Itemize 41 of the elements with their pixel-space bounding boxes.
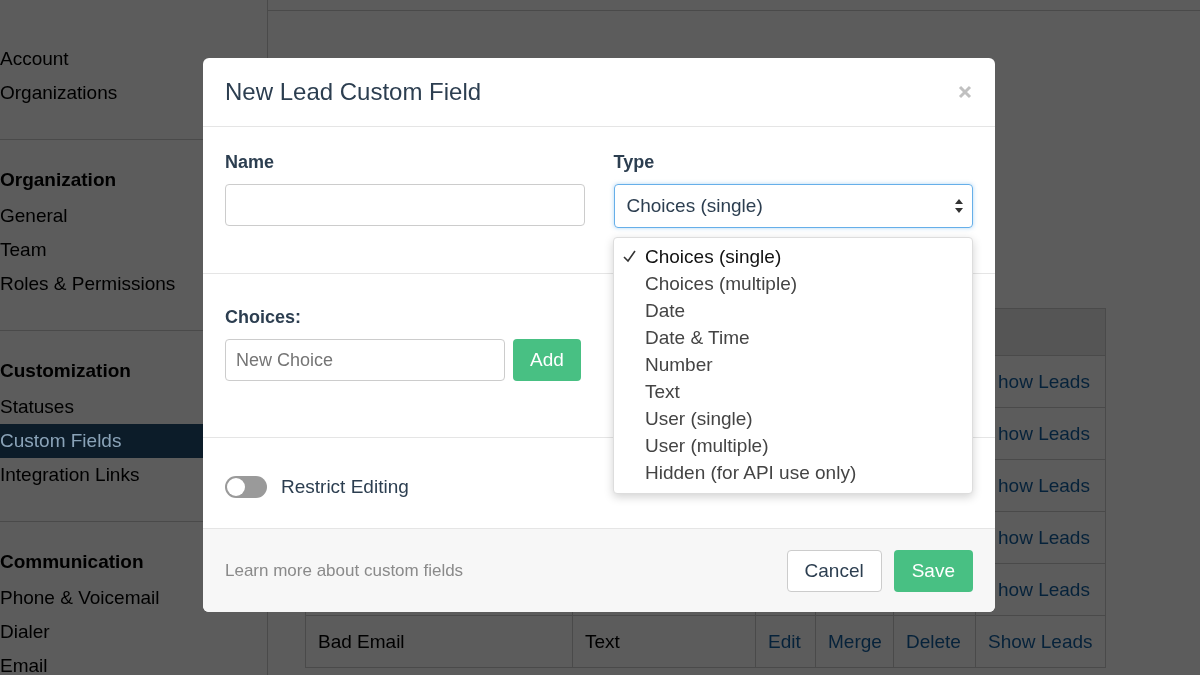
dropdown-option[interactable]: User (multiple) bbox=[614, 432, 769, 459]
sidebar-item[interactable]: Account bbox=[0, 42, 203, 76]
field-label: Name bbox=[225, 152, 275, 172]
toggle-switch[interactable] bbox=[225, 476, 267, 498]
sidebar-item[interactable]: Team bbox=[0, 233, 203, 267]
save-button[interactable]: Save bbox=[893, 549, 973, 592]
close-icon[interactable] bbox=[957, 84, 973, 100]
toggle-label: Restrict Editing bbox=[281, 476, 409, 498]
sidebar-item[interactable]: Dialer bbox=[0, 615, 203, 649]
name-input[interactable] bbox=[225, 184, 585, 226]
dropdown-option[interactable]: Text bbox=[614, 378, 680, 405]
table-cell: Bad Email bbox=[318, 630, 405, 652]
sidebar-item[interactable]: General bbox=[0, 199, 203, 233]
dropdown-option[interactable]: Date & Time bbox=[614, 324, 750, 351]
sidebar-item[interactable]: Custom Fields bbox=[0, 424, 203, 458]
field-label: Choices: bbox=[225, 307, 302, 327]
dropdown-option[interactable]: Hidden (for API use only) bbox=[614, 459, 857, 486]
dropdown-option[interactable]: Number bbox=[614, 351, 713, 378]
type-select[interactable]: Choices (single) bbox=[613, 184, 973, 228]
updown-icon bbox=[954, 198, 964, 214]
choice-input[interactable]: New Choice bbox=[225, 339, 505, 381]
sidebar-item[interactable]: Phone & Voicemail bbox=[0, 581, 203, 615]
field-label: Type bbox=[613, 152, 655, 172]
check-icon bbox=[623, 250, 636, 263]
sidebar-item[interactable]: Email bbox=[0, 649, 203, 675]
sidebar-item[interactable]: Integration Links bbox=[0, 458, 203, 492]
dropdown-option[interactable]: Date bbox=[614, 297, 686, 324]
table-cell: Text bbox=[585, 630, 620, 652]
sidebar-item[interactable]: Organizations bbox=[0, 76, 203, 110]
sidebar-item[interactable]: Statuses bbox=[0, 390, 203, 424]
sidebar-heading: Communication bbox=[0, 549, 144, 574]
sidebar-heading: Customization bbox=[0, 358, 131, 383]
modal-title: New Lead Custom Field bbox=[225, 78, 482, 106]
add-button[interactable]: Add bbox=[513, 339, 581, 381]
help-link[interactable]: Learn more about custom fields bbox=[225, 560, 464, 581]
sidebar-item[interactable]: Roles & Permissions bbox=[0, 267, 203, 301]
sidebar-heading: Organization bbox=[0, 167, 117, 192]
dropdown-option[interactable]: Choices (single) bbox=[614, 243, 782, 270]
cancel-button[interactable]: Cancel bbox=[786, 549, 882, 592]
dropdown-option[interactable]: Choices (multiple) bbox=[614, 270, 798, 297]
dropdown-option[interactable]: User (single) bbox=[614, 405, 753, 432]
